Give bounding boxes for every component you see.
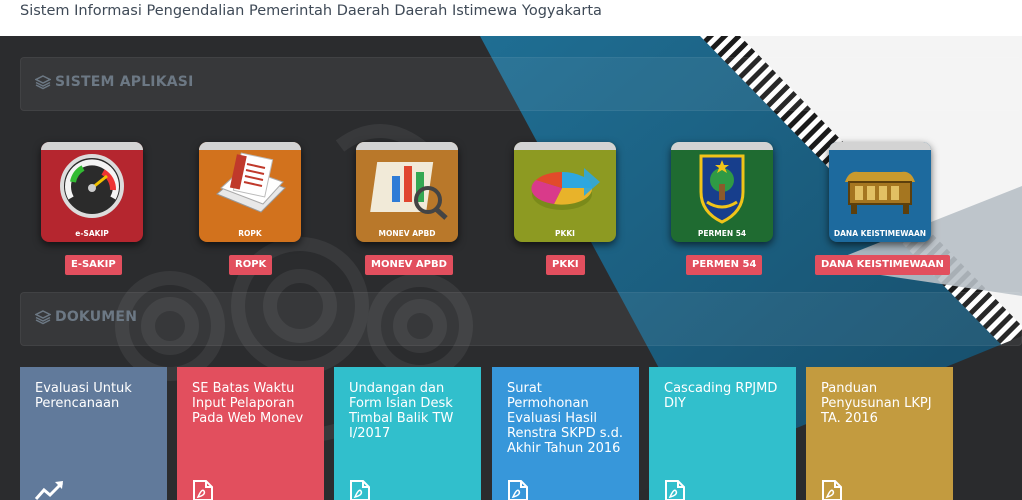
doc-tile-panduan-lkpj[interactable]: Panduan Penyusunan LKPJ TA. 2016 <box>806 367 953 500</box>
doc-title: Surat Permohonan Evaluasi Hasil Renstra … <box>507 381 624 456</box>
site-title: Sistem Informasi Pengendalian Pemerintah… <box>20 3 602 19</box>
app-caption: e-SAKIP <box>75 229 109 238</box>
app-label-monev-apbd[interactable]: MONEV APBD <box>365 255 453 275</box>
pdf-icon <box>508 480 528 500</box>
doc-tile-undangan-form[interactable]: Undangan dan Form Isian Desk Timbal Bali… <box>334 367 481 500</box>
main-stage: SISTEM APLIKASI DOKUMEN e-SAKIP ROPK MON… <box>0 36 1022 500</box>
doc-title: SE Batas Waktu Input Pelaporan Pada Web … <box>192 381 304 426</box>
doc-title: Panduan Penyusunan LKPJ TA. 2016 <box>821 381 932 426</box>
pdf-icon <box>193 480 213 500</box>
pdf-icon <box>350 480 370 500</box>
doc-tile-surat-permohonan[interactable]: Surat Permohonan Evaluasi Hasil Renstra … <box>492 367 639 500</box>
doc-title: Cascading RPJMD DIY <box>664 381 778 411</box>
document-stack-icon <box>199 142 301 213</box>
app-tile-permen-54[interactable]: PERMEN 54 <box>671 142 773 242</box>
app-tile-monev-apbd[interactable]: MONEV APBD <box>356 142 458 242</box>
gauge-icon <box>41 142 143 218</box>
layers-icon <box>35 310 51 325</box>
doc-title: Undangan dan Form Isian Desk Timbal Bali… <box>349 381 454 441</box>
section-apps: SISTEM APLIKASI <box>20 57 1022 111</box>
app-label-pkki[interactable]: PKKI <box>546 255 585 275</box>
pdf-icon <box>665 480 685 500</box>
app-caption: PKKI <box>555 229 575 238</box>
app-label-esakip[interactable]: E-SAKIP <box>65 255 122 275</box>
app-caption: DANA KEISTIMEWAAN <box>833 229 927 238</box>
app-tile-dana-keistimewaan[interactable]: DANA KEISTIMEWAAN <box>829 142 931 242</box>
chart-magnifier-icon <box>356 142 458 220</box>
pie-chart-icon <box>514 142 616 210</box>
app-tile-esakip[interactable]: e-SAKIP <box>41 142 143 242</box>
emblem-icon <box>671 142 773 224</box>
section-apps-title: SISTEM APLIKASI <box>55 74 194 90</box>
app-caption: MONEV APBD <box>378 229 436 238</box>
layers-icon <box>35 75 51 90</box>
gamelan-icon <box>829 142 931 214</box>
section-docs-title: DOKUMEN <box>55 309 138 325</box>
app-label-permen-54[interactable]: PERMEN 54 <box>686 255 763 275</box>
section-docs: DOKUMEN <box>20 292 1022 346</box>
app-label-dana-keistimewaan[interactable]: DANA KEISTIMEWAAN <box>815 255 950 275</box>
doc-tile-cascading-rpjmd[interactable]: Cascading RPJMD DIY <box>649 367 796 500</box>
doc-tile-se-batas-waktu[interactable]: SE Batas Waktu Input Pelaporan Pada Web … <box>177 367 324 500</box>
section-apps-heading: SISTEM APLIKASI <box>35 74 194 90</box>
doc-tile-evaluasi-perencanaan[interactable]: Evaluasi Untuk Perencanaan <box>20 367 167 500</box>
app-tile-pkki[interactable]: PKKI <box>514 142 616 242</box>
line-chart-icon <box>35 481 64 500</box>
top-header: Sistem Informasi Pengendalian Pemerintah… <box>0 0 1022 36</box>
app-caption: PERMEN 54 <box>697 229 747 238</box>
app-caption: ROPK <box>238 229 262 238</box>
app-label-ropk[interactable]: ROPK <box>229 255 273 275</box>
section-docs-heading: DOKUMEN <box>35 309 137 325</box>
doc-title: Evaluasi Untuk Perencanaan <box>35 381 132 411</box>
app-tile-ropk[interactable]: ROPK <box>199 142 301 242</box>
pdf-icon <box>822 480 842 500</box>
